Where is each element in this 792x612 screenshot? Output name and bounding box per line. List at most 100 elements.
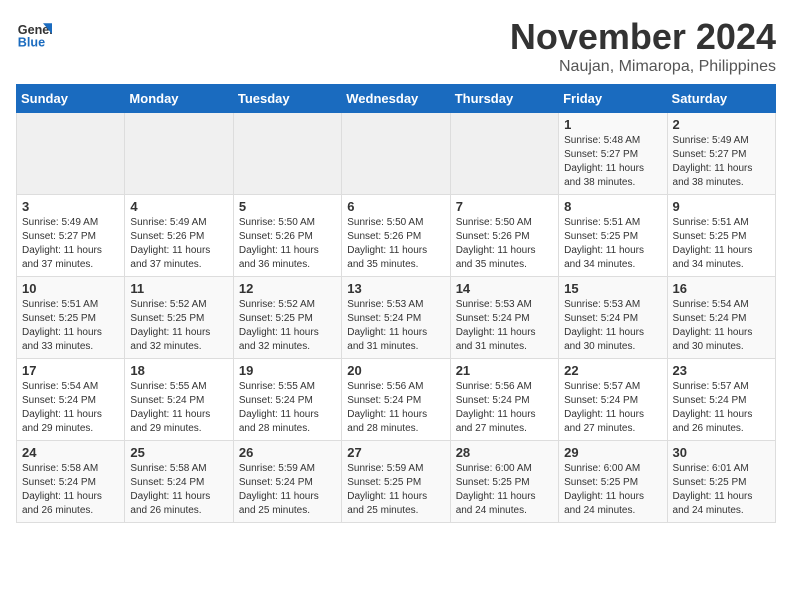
calendar-table: Sunday Monday Tuesday Wednesday Thursday… (16, 84, 776, 523)
day-info: Sunrise: 5:56 AM Sunset: 5:24 PM Dayligh… (347, 380, 444, 436)
day-cell: 26Sunrise: 5:59 AM Sunset: 5:24 PM Dayli… (233, 441, 341, 523)
day-cell: 6 Sunrise: 5:50 AM Sunset: 5:26 PM Daylig… (342, 195, 450, 277)
day-info: Sunrise: 5:53 AM Sunset: 5:24 PM Dayligh… (456, 298, 553, 354)
week-row-1: 1 Sunrise: 5:48 AM Sunset: 5:27 PM Daylig… (17, 113, 776, 195)
day-cell: 17 Sunrise: 5:54 AM Sunset: 5:24 PM Dayli… (17, 359, 125, 441)
day-cell: 29 Sunrise: 6:00 AM Sunset: 5:25 PM Dayli… (559, 441, 667, 523)
day-number: 2 (673, 117, 770, 132)
day-number: 29 (564, 445, 661, 460)
day-info: Sunrise: 5:52 AM Sunset: 5:25 PM Dayligh… (130, 298, 227, 354)
day-info: Sunrise: 5:51 AM Sunset: 5:25 PM Dayligh… (564, 216, 661, 272)
day-number: 13 (347, 281, 444, 296)
day-cell: 28 Sunrise: 6:00 AM Sunset: 5:25 PM Dayli… (450, 441, 558, 523)
day-number: 18 (130, 363, 227, 378)
day-info: Sunrise: 5:50 AM Sunset: 5:26 PM Dayligh… (347, 216, 444, 272)
day-cell: 10 Sunrise: 5:51 AM Sunset: 5:25 PM Dayli… (17, 277, 125, 359)
day-cell: 7 Sunrise: 5:50 AM Sunset: 5:26 PM Daylig… (450, 195, 558, 277)
day-number: 10 (22, 281, 119, 296)
day-number: 4 (130, 199, 227, 214)
day-info: Sunrise: 5:50 AM Sunset: 5:26 PM Dayligh… (456, 216, 553, 272)
day-cell: 22 Sunrise: 5:57 AM Sunset: 5:24 PM Dayli… (559, 359, 667, 441)
day-number: 6 (347, 199, 444, 214)
day-info: Sunrise: 5:54 AM Sunset: 5:24 PM Dayligh… (22, 380, 119, 436)
calendar-title: November 2024 (510, 16, 776, 58)
day-number: 14 (456, 281, 553, 296)
day-cell: 27Sunrise: 5:59 AM Sunset: 5:25 PM Dayli… (342, 441, 450, 523)
day-cell: 19 Sunrise: 5:55 AM Sunset: 5:24 PM Dayli… (233, 359, 341, 441)
svg-text:Blue: Blue (18, 36, 45, 50)
day-cell (342, 113, 450, 195)
day-cell (450, 113, 558, 195)
day-number: 1 (564, 117, 661, 132)
day-number: 20 (347, 363, 444, 378)
day-cell: 24 Sunrise: 5:58 AM Sunset: 5:24 PM Dayli… (17, 441, 125, 523)
header-tuesday: Tuesday (233, 85, 341, 113)
day-cell: 8 Sunrise: 5:51 AM Sunset: 5:25 PM Daylig… (559, 195, 667, 277)
day-info: Sunrise: 5:52 AM Sunset: 5:25 PM Dayligh… (239, 298, 336, 354)
day-info: Sunrise: 6:00 AM Sunset: 5:25 PM Dayligh… (456, 462, 553, 518)
day-cell: 20 Sunrise: 5:56 AM Sunset: 5:24 PM Dayli… (342, 359, 450, 441)
calendar-subtitle: Naujan, Mimaropa, Philippines (510, 58, 776, 76)
day-number: 15 (564, 281, 661, 296)
day-number: 9 (673, 199, 770, 214)
day-info: Sunrise: 5:54 AM Sunset: 5:24 PM Dayligh… (673, 298, 770, 354)
day-cell: 25Sunrise: 5:58 AM Sunset: 5:24 PM Dayli… (125, 441, 233, 523)
day-info: Sunrise: 5:55 AM Sunset: 5:24 PM Dayligh… (239, 380, 336, 436)
day-info: Sunrise: 5:55 AM Sunset: 5:24 PM Dayligh… (130, 380, 227, 436)
day-info: Sunrise: 5:49 AM Sunset: 5:27 PM Dayligh… (22, 216, 119, 272)
day-cell: 14 Sunrise: 5:53 AM Sunset: 5:24 PM Dayli… (450, 277, 558, 359)
day-number: 16 (673, 281, 770, 296)
week-row-3: 10 Sunrise: 5:51 AM Sunset: 5:25 PM Dayli… (17, 277, 776, 359)
day-number: 11 (130, 281, 227, 296)
day-cell: 2Sunrise: 5:49 AM Sunset: 5:27 PM Daylig… (667, 113, 775, 195)
day-cell: 11 Sunrise: 5:52 AM Sunset: 5:25 PM Dayli… (125, 277, 233, 359)
day-number: 24 (22, 445, 119, 460)
day-cell: 13 Sunrise: 5:53 AM Sunset: 5:24 PM Dayli… (342, 277, 450, 359)
day-cell (233, 113, 341, 195)
day-cell: 4 Sunrise: 5:49 AM Sunset: 5:26 PM Daylig… (125, 195, 233, 277)
day-cell: 18 Sunrise: 5:55 AM Sunset: 5:24 PM Dayli… (125, 359, 233, 441)
day-number: 21 (456, 363, 553, 378)
day-number: 5 (239, 199, 336, 214)
day-cell: 5 Sunrise: 5:50 AM Sunset: 5:26 PM Daylig… (233, 195, 341, 277)
day-number: 27 (347, 445, 444, 460)
day-cell (125, 113, 233, 195)
day-cell: 15Sunrise: 5:53 AM Sunset: 5:24 PM Dayli… (559, 277, 667, 359)
day-info: Sunrise: 5:59 AM Sunset: 5:24 PM Dayligh… (239, 462, 336, 518)
logo-icon: General Blue (16, 16, 52, 52)
day-info: Sunrise: 5:51 AM Sunset: 5:25 PM Dayligh… (673, 216, 770, 272)
day-info: Sunrise: 5:49 AM Sunset: 5:26 PM Dayligh… (130, 216, 227, 272)
week-row-4: 17 Sunrise: 5:54 AM Sunset: 5:24 PM Dayli… (17, 359, 776, 441)
day-number: 8 (564, 199, 661, 214)
header: General Blue November 2024 Naujan, Mimar… (16, 16, 776, 76)
day-info: Sunrise: 5:58 AM Sunset: 5:24 PM Dayligh… (22, 462, 119, 518)
week-row-5: 24 Sunrise: 5:58 AM Sunset: 5:24 PM Dayli… (17, 441, 776, 523)
day-number: 7 (456, 199, 553, 214)
day-info: Sunrise: 5:51 AM Sunset: 5:25 PM Dayligh… (22, 298, 119, 354)
week-row-2: 3 Sunrise: 5:49 AM Sunset: 5:27 PM Daylig… (17, 195, 776, 277)
day-info: Sunrise: 5:57 AM Sunset: 5:24 PM Dayligh… (564, 380, 661, 436)
day-info: Sunrise: 6:01 AM Sunset: 5:25 PM Dayligh… (673, 462, 770, 518)
day-cell: 21 Sunrise: 5:56 AM Sunset: 5:24 PM Dayli… (450, 359, 558, 441)
day-number: 17 (22, 363, 119, 378)
day-number: 30 (673, 445, 770, 460)
day-cell: 1 Sunrise: 5:48 AM Sunset: 5:27 PM Daylig… (559, 113, 667, 195)
day-number: 23 (673, 363, 770, 378)
day-info: Sunrise: 6:00 AM Sunset: 5:25 PM Dayligh… (564, 462, 661, 518)
title-area: November 2024 Naujan, Mimaropa, Philippi… (510, 16, 776, 76)
day-number: 28 (456, 445, 553, 460)
day-number: 12 (239, 281, 336, 296)
day-info: Sunrise: 5:48 AM Sunset: 5:27 PM Dayligh… (564, 134, 661, 190)
day-info: Sunrise: 5:50 AM Sunset: 5:26 PM Dayligh… (239, 216, 336, 272)
header-wednesday: Wednesday (342, 85, 450, 113)
logo: General Blue (16, 16, 52, 52)
header-saturday: Saturday (667, 85, 775, 113)
day-cell: 12 Sunrise: 5:52 AM Sunset: 5:25 PM Dayli… (233, 277, 341, 359)
weekday-header-row: Sunday Monday Tuesday Wednesday Thursday… (17, 85, 776, 113)
day-info: Sunrise: 5:56 AM Sunset: 5:24 PM Dayligh… (456, 380, 553, 436)
day-number: 22 (564, 363, 661, 378)
day-number: 3 (22, 199, 119, 214)
day-number: 19 (239, 363, 336, 378)
day-info: Sunrise: 5:53 AM Sunset: 5:24 PM Dayligh… (347, 298, 444, 354)
day-cell: 3 Sunrise: 5:49 AM Sunset: 5:27 PM Daylig… (17, 195, 125, 277)
